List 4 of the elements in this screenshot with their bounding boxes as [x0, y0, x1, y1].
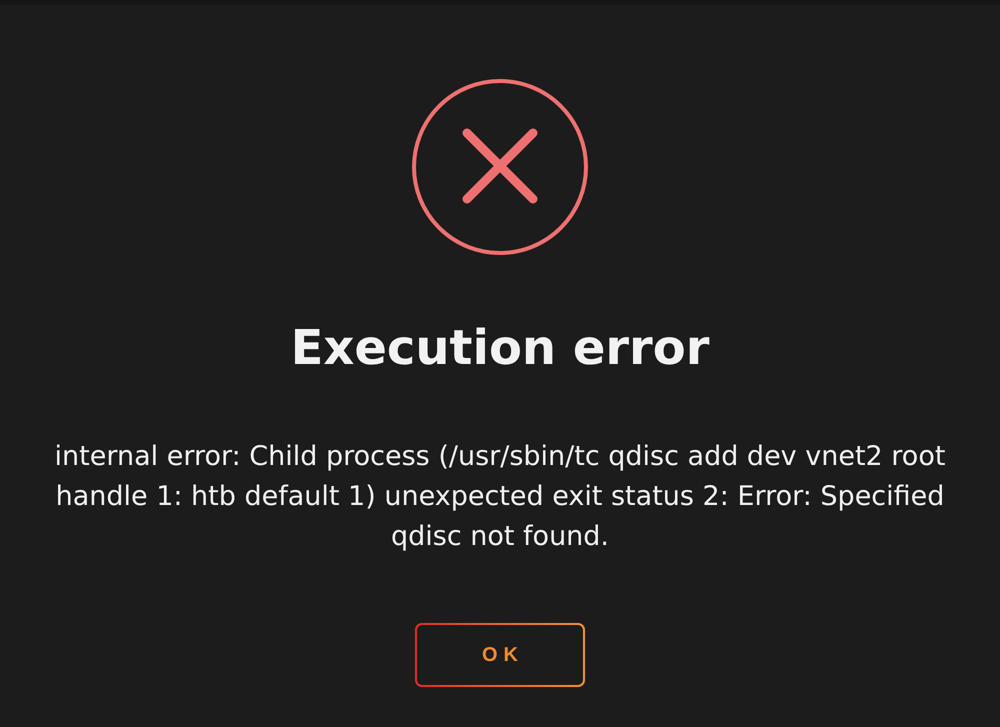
dialog-title: Execution error — [290, 319, 710, 378]
error-message: internal error: Child process (/usr/sbin/tc qdisc add dev vnet2 root handle 1: htb default 1) unexpected exit status 2: Error: Specified qdisc not found. — [54, 440, 946, 554]
error-icon — [411, 78, 589, 256]
ok-button[interactable]: OK — [415, 623, 585, 687]
